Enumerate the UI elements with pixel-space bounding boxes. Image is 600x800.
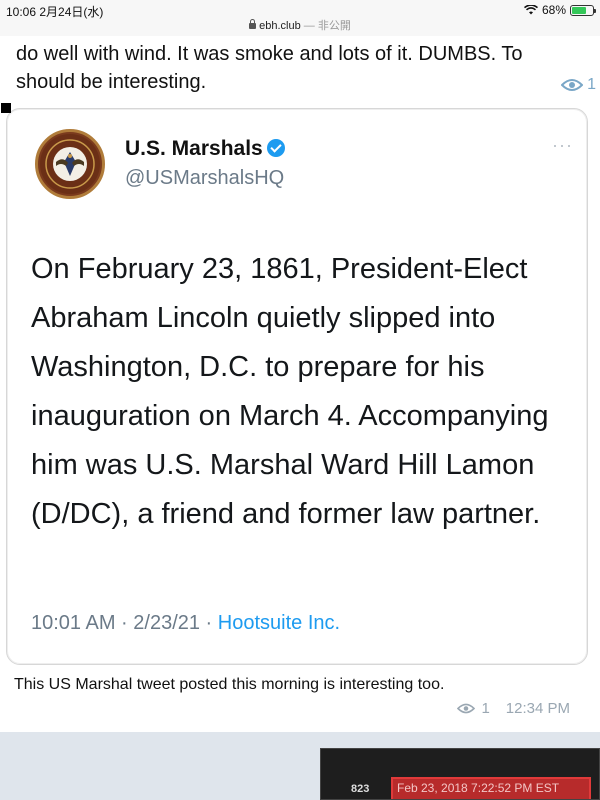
domain-note: — 非公開 — [303, 20, 351, 32]
view-count-value: 1 — [587, 76, 596, 93]
next-message-image-preview[interactable]: 823 Feb 23, 2018 7:22:52 PM EST — [320, 748, 600, 800]
seal-emblem-icon — [40, 134, 100, 194]
domain-text: ebh.club — [259, 20, 301, 32]
wifi-icon — [523, 5, 538, 15]
verified-badge-icon — [266, 139, 285, 157]
preview-post-number: 823 — [351, 783, 370, 795]
battery-level — [572, 6, 586, 14]
tweet-source-link[interactable]: Hootsuite Inc. — [218, 612, 340, 634]
status-bar: 10:06 2月24日(水) ebh.club — 非公開 68% — [0, 0, 600, 36]
url-bar[interactable]: ebh.club — 非公開 — [0, 17, 600, 33]
tweet-timestamp: 10:01 AM · 2/23/21 · — [31, 612, 218, 634]
more-options-icon[interactable]: ··· — [552, 135, 573, 156]
channel-message: do well with wind. It was smoke and lots… — [0, 36, 600, 732]
tweet-author-name[interactable]: U.S. Marshals — [125, 137, 285, 161]
us-marshals-seal-avatar — [35, 129, 105, 199]
message-time: 12:34 PM — [505, 700, 570, 717]
author-name-text: U.S. Marshals — [125, 137, 263, 160]
tweet-author-handle[interactable]: @USMarshalsHQ — [125, 167, 284, 190]
message-footer: 1 12:34 PM — [457, 700, 570, 717]
tweet-card[interactable]: U.S. Marshals @USMarshalsHQ ··· On Febru… — [1, 103, 588, 665]
eye-icon — [457, 703, 476, 714]
eye-icon — [561, 79, 584, 91]
lock-icon — [249, 19, 257, 29]
message-text: do well with wind. It was smoke and lots… — [16, 40, 600, 96]
tweet-body: On February 23, 1861, President-Elect Ab… — [31, 253, 549, 530]
battery-icon — [570, 4, 596, 16]
battery-percent: 68% — [541, 3, 566, 17]
message-text-line-1: do well with wind. It was smoke and lots… — [16, 43, 523, 65]
view-count: 1 — [481, 700, 490, 717]
preview-timestamp: Feb 23, 2018 7:22:52 PM EST — [397, 781, 560, 795]
tweet-meta: 10:01 AM · 2/23/21 · Hootsuite Inc. — [31, 612, 340, 635]
status-icons: 68% — [523, 3, 596, 17]
message-text-line-2: should be interesting. — [16, 71, 207, 93]
view-count-top: 1 — [561, 76, 596, 94]
message-caption: This US Marshal tweet posted this mornin… — [14, 676, 445, 693]
